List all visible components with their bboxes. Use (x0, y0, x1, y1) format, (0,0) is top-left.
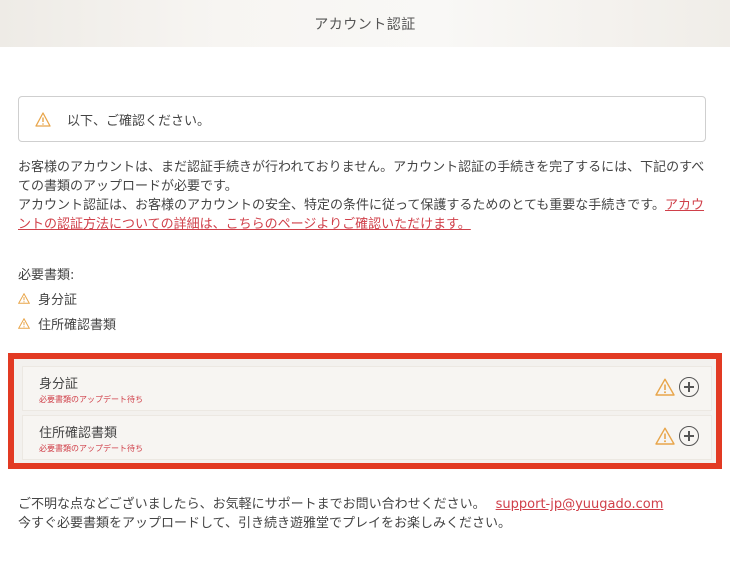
document-status: 必要書類のアップデート待ち (39, 444, 143, 453)
required-item-label: 身分証 (38, 293, 78, 308)
page-title: アカウント認証 (314, 16, 416, 33)
warning-icon (18, 318, 30, 329)
document-status: 必要書類のアップデート待ち (39, 395, 143, 404)
support-email-link[interactable]: support-jp@yuugado.com (496, 497, 664, 512)
notice-box: 以下、ご確認ください。 (18, 96, 706, 142)
add-document-button[interactable] (679, 426, 699, 446)
document-row-address[interactable]: 住所確認書類 必要書類のアップデート待ち (22, 415, 712, 460)
required-item-id: 身分証 (18, 289, 77, 308)
document-upload-panel: 身分証 必要書類のアップデート待ち 住所確認書類 必要書類のアップデート待ち (8, 353, 722, 469)
required-documents-title: 必要書類: (18, 268, 75, 283)
footer-line-2: 今すぐ必要書類をアップロードして、引き続き遊雅堂でプレイをお楽しみください。 (18, 516, 511, 531)
warning-icon (35, 111, 51, 127)
add-document-button[interactable] (679, 377, 699, 397)
document-name: 身分証 (39, 377, 79, 392)
required-item-label: 住所確認書類 (38, 318, 117, 333)
warning-icon (655, 378, 675, 396)
description: お客様のアカウントは、まだ認証手続きが行われておりません。アカウント認証の手続き… (18, 158, 710, 234)
document-row-id[interactable]: 身分証 必要書類のアップデート待ち (22, 366, 712, 411)
notice-text: 以下、ご確認ください。 (67, 113, 211, 129)
description-line-1: お客様のアカウントは、まだ認証手続きが行われておりません。アカウント認証の手続き… (18, 160, 705, 194)
required-item-address: 住所確認書類 (18, 314, 116, 333)
warning-icon (655, 427, 675, 445)
footer-text: ご不明な点などございましたら、お気軽にサポートまでお問い合わせください。 supp… (18, 495, 718, 533)
page-header: アカウント認証 (0, 0, 730, 47)
warning-icon (18, 293, 30, 304)
footer-line-1: ご不明な点などございましたら、お気軽にサポートまでお問い合わせください。 supp… (18, 497, 664, 512)
description-line-2: アカウント認証は、お客様のアカウントの安全、特定の条件に従って保護するためのとて… (18, 198, 705, 232)
document-name: 住所確認書類 (39, 426, 118, 441)
